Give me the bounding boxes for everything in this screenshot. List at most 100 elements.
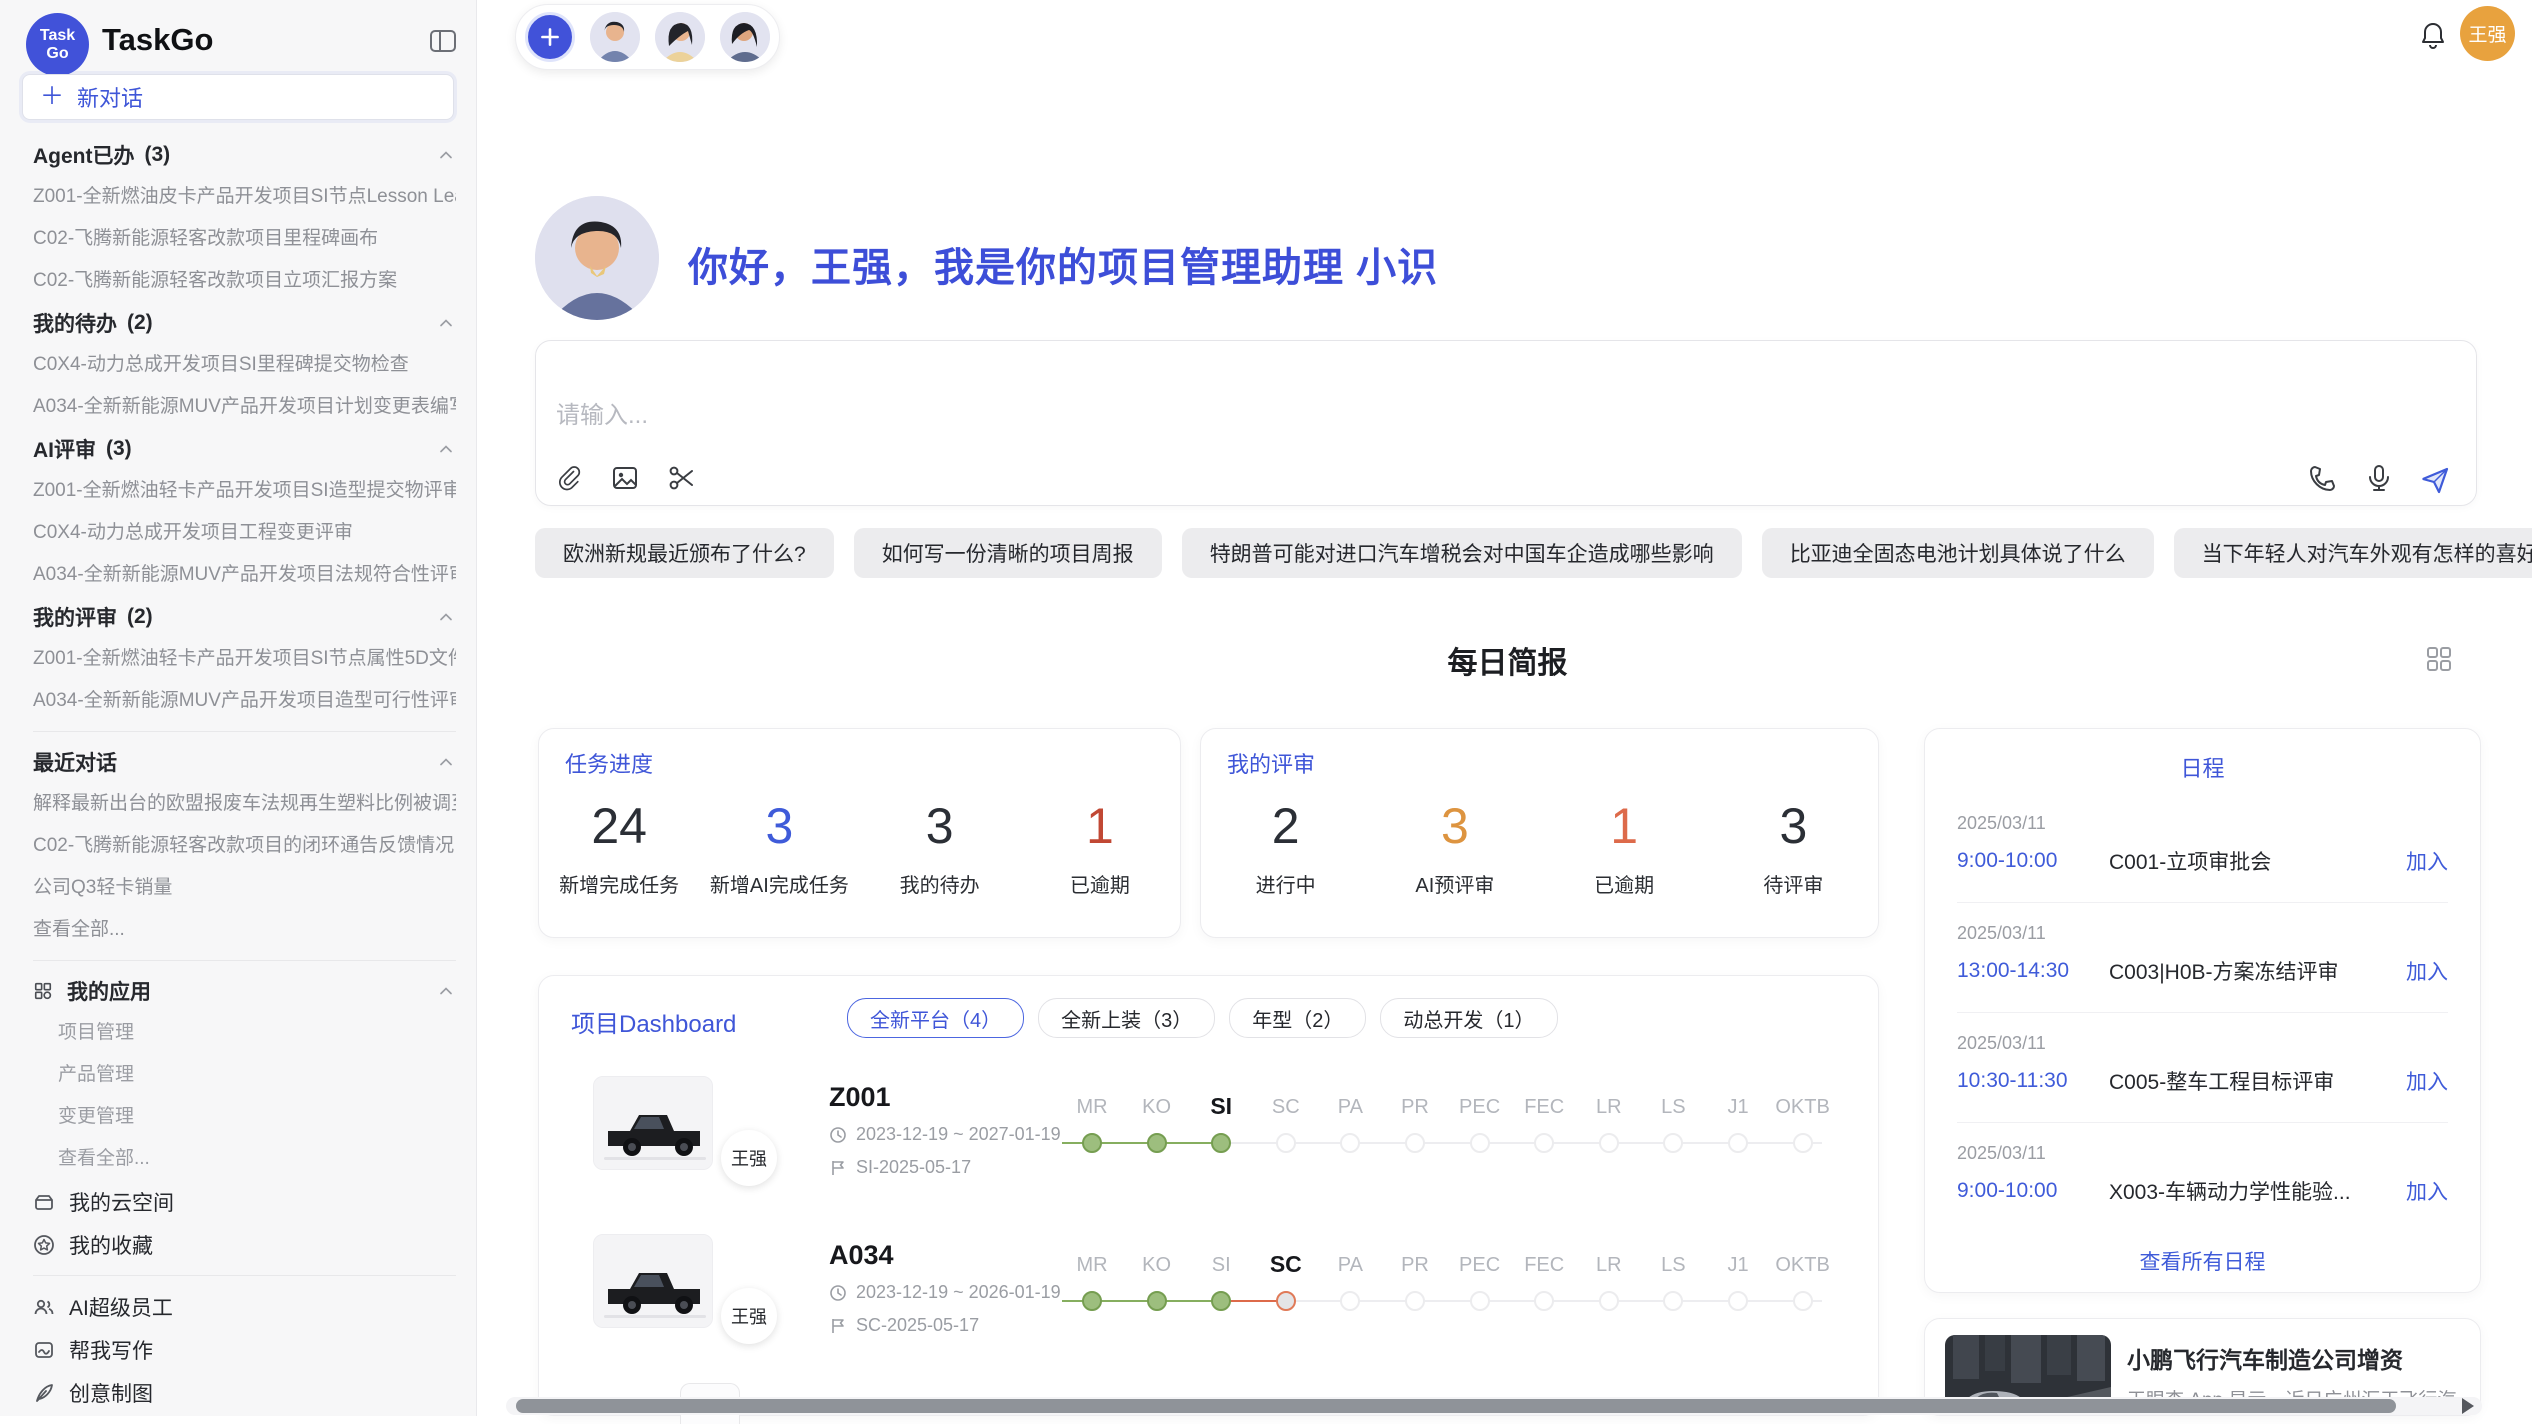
stat-value: 3 xyxy=(860,799,1020,853)
dashboard-tab-1[interactable]: 全新上装（3） xyxy=(1038,998,1215,1038)
milestone-dot-OKTB xyxy=(1793,1291,1813,1311)
list-item[interactable]: A034-全新新能源MUV产品开发项目造型可行性评审 xyxy=(33,680,456,722)
sidebar-item-cloud-space[interactable]: 我的云空间 xyxy=(33,1180,456,1223)
app-sub-item[interactable]: 查看全部... xyxy=(33,1138,456,1180)
list-item[interactable]: Z001-全新燃油皮卡产品开发项目SI节点Lesson Learn报告 xyxy=(33,176,456,218)
join-link[interactable]: 加入 xyxy=(2406,1066,2448,1096)
milestone-dot-PA xyxy=(1340,1291,1360,1311)
add-conversation-button[interactable] xyxy=(525,12,575,62)
new-chat-button[interactable]: ＋ 新对话 xyxy=(22,74,454,120)
milestone-dot-PEC xyxy=(1470,1291,1490,1311)
stat-label: 进行中 xyxy=(1201,869,1370,898)
sidebar-section-header-2[interactable]: AI评审(3) xyxy=(33,428,456,470)
sidebar-item-help-me-write[interactable]: 帮我写作 xyxy=(33,1328,456,1371)
chevron-up-icon[interactable] xyxy=(436,981,456,1001)
chevron-up-icon[interactable] xyxy=(436,752,456,772)
sidebar-section-header-recent[interactable]: 最近对话 xyxy=(33,741,456,783)
list-item[interactable]: 公司Q3轻卡销量 xyxy=(33,867,456,909)
microphone-icon[interactable] xyxy=(2364,463,2394,493)
clock-icon xyxy=(829,1284,847,1302)
schedule-title: 日程 xyxy=(1925,751,2480,783)
app-sub-item[interactable]: 项目管理 xyxy=(33,1012,456,1054)
schedule-row: 10:30-11:30C005-整车工程目标评审加入 xyxy=(1957,1066,2448,1096)
sidebar-item-ai-super-staff[interactable]: AI超级员工 xyxy=(33,1285,456,1328)
stat-label: 新增完成任务 xyxy=(539,869,699,898)
list-item[interactable]: C02-飞腾新能源轻客改款项目立项汇报方案 xyxy=(33,260,456,302)
list-item[interactable]: C02-飞腾新能源轻客改款项目的闭环通告反馈情况 xyxy=(33,825,456,867)
news-title: 小鹏飞行汽车制造公司增资 xyxy=(2127,1341,2403,1375)
tool-label: AI超级员工 xyxy=(69,1292,173,1322)
app-sub-item[interactable]: 变更管理 xyxy=(33,1096,456,1138)
agent-avatar-2[interactable] xyxy=(655,12,705,62)
stat-label: 已逾期 xyxy=(1020,869,1180,898)
list-item[interactable]: C02-飞腾新能源轻客改款项目里程碑画布 xyxy=(33,218,456,260)
schedule-time: 10:30-11:30 xyxy=(1957,1069,2109,1093)
chevron-up-icon[interactable] xyxy=(436,439,456,459)
sidebar-item-creative-drawing[interactable]: 创意制图 xyxy=(33,1371,456,1414)
suggestion-chip-3[interactable]: 比亚迪全固态电池计划具体说了什么 xyxy=(1762,528,2154,578)
agent-avatar-1[interactable] xyxy=(590,12,640,62)
list-item[interactable]: Z001-全新燃油轻卡产品开发项目SI造型提交物评审 xyxy=(33,470,456,512)
list-item[interactable]: Z001-全新燃油轻卡产品开发项目SI节点属性5D文件评审 xyxy=(33,638,456,680)
schedule-row: 13:00-14:30C003|H0B-方案冻结评审加入 xyxy=(1957,956,2448,986)
join-link[interactable]: 加入 xyxy=(2406,956,2448,986)
scroll-right-arrow[interactable] xyxy=(2462,1398,2474,1414)
milestone-dot-J1 xyxy=(1728,1133,1748,1153)
list-item[interactable]: A034-全新新能源MUV产品开发项目法规符合性评审 xyxy=(33,554,456,596)
stat-row: 2进行中3AI预评审1已逾期3待评审 xyxy=(1201,799,1878,898)
section-count: (2) xyxy=(127,311,153,335)
schedule-list: 2025/03/119:00-10:00C001-立项审批会加入2025/03/… xyxy=(1957,793,2448,1232)
user-avatar[interactable]: 王强 xyxy=(2460,6,2515,61)
list-item[interactable]: A034-全新新能源MUV产品开发项目计划变更表编写 xyxy=(33,386,456,428)
schedule-entry: 2025/03/119:00-10:00X003-车辆动力学性能验...加入 xyxy=(1957,1123,2448,1232)
brief-layout-grid-icon[interactable] xyxy=(2424,644,2454,674)
stat-value: 3 xyxy=(699,799,859,853)
phone-icon[interactable] xyxy=(2308,463,2338,493)
sidebar-section-header-1[interactable]: 我的待办(2) xyxy=(33,302,456,344)
stat-row: 24新增完成任务3新增AI完成任务3我的待办1已逾期 xyxy=(539,799,1180,898)
dashboard-tab-3[interactable]: 动总开发（1） xyxy=(1380,998,1557,1038)
suggestion-chip-4[interactable]: 当下年轻人对汽车外观有怎样的喜好趋势 xyxy=(2174,528,2532,578)
join-link[interactable]: 加入 xyxy=(2406,1176,2448,1206)
milestone-dot-J1 xyxy=(1728,1291,1748,1311)
suggestion-chip-0[interactable]: 欧洲新规最近颁布了什么? xyxy=(535,528,834,578)
chevron-up-icon[interactable] xyxy=(436,607,456,627)
stat-label: 新增AI完成任务 xyxy=(699,869,859,898)
milestone-dot-LS xyxy=(1663,1291,1683,1311)
project-dashboard-card: 项目Dashboard 全新平台（4）全新上装（3）年型（2）动总开发（1） 王… xyxy=(538,975,1879,1416)
suggestion-chip-1[interactable]: 如何写一份清晰的项目周报 xyxy=(854,528,1162,578)
image-icon[interactable] xyxy=(610,463,640,493)
milestone-dot-PR xyxy=(1405,1291,1425,1311)
chevron-up-icon[interactable] xyxy=(436,145,456,165)
agent-avatar-3[interactable] xyxy=(720,12,770,62)
dashboard-tab-0[interactable]: 全新平台（4） xyxy=(847,998,1024,1038)
stat-value: 1 xyxy=(1540,799,1709,853)
scissors-icon[interactable] xyxy=(666,463,696,493)
chevron-up-icon[interactable] xyxy=(436,313,456,333)
list-item[interactable]: C0X4-动力总成开发项目工程变更评审 xyxy=(33,512,456,554)
milestone-dot-PA xyxy=(1340,1133,1360,1153)
list-item[interactable]: 查看全部... xyxy=(33,909,456,951)
dashboard-tab-2[interactable]: 年型（2） xyxy=(1229,998,1366,1038)
view-all-schedule-link[interactable]: 查看所有日程 xyxy=(1925,1246,2480,1276)
suggestion-chip-2[interactable]: 特朗普可能对进口汽车增税会对中国车企造成哪些影响 xyxy=(1182,528,1742,578)
send-icon[interactable] xyxy=(2420,463,2450,493)
horizontal-scrollbar-thumb[interactable] xyxy=(516,1399,2396,1413)
sidebar-scroll-area[interactable]: Agent已办(3)Z001-全新燃油皮卡产品开发项目SI节点Lesson Le… xyxy=(0,130,476,1416)
list-item[interactable]: 解释最新出台的欧盟报废车法规再生塑料比例被调至15%... xyxy=(33,783,456,825)
sidebar-section-header-3[interactable]: 我的评审(2) xyxy=(33,596,456,638)
app-logo: Task Go xyxy=(26,13,89,76)
paperclip-icon[interactable] xyxy=(554,463,584,493)
project-car-image xyxy=(593,1234,713,1328)
list-item[interactable]: C0X4-动力总成开发项目SI里程碑提交物检查 xyxy=(33,344,456,386)
sidebar-section-header-apps[interactable]: 我的应用 xyxy=(33,970,456,1012)
chat-input[interactable] xyxy=(554,401,1958,431)
sidebar-collapse-icon[interactable] xyxy=(428,26,458,56)
sidebar-item-favorites[interactable]: 我的收藏 xyxy=(33,1223,456,1266)
notification-bell-icon[interactable] xyxy=(2418,20,2448,50)
milestone-label-OKTB: OKTB xyxy=(1758,1254,1848,1277)
app-sub-item[interactable]: 产品管理 xyxy=(33,1054,456,1096)
join-link[interactable]: 加入 xyxy=(2406,846,2448,876)
flag-icon xyxy=(829,1317,847,1335)
sidebar-section-header-0[interactable]: Agent已办(3) xyxy=(33,134,456,176)
